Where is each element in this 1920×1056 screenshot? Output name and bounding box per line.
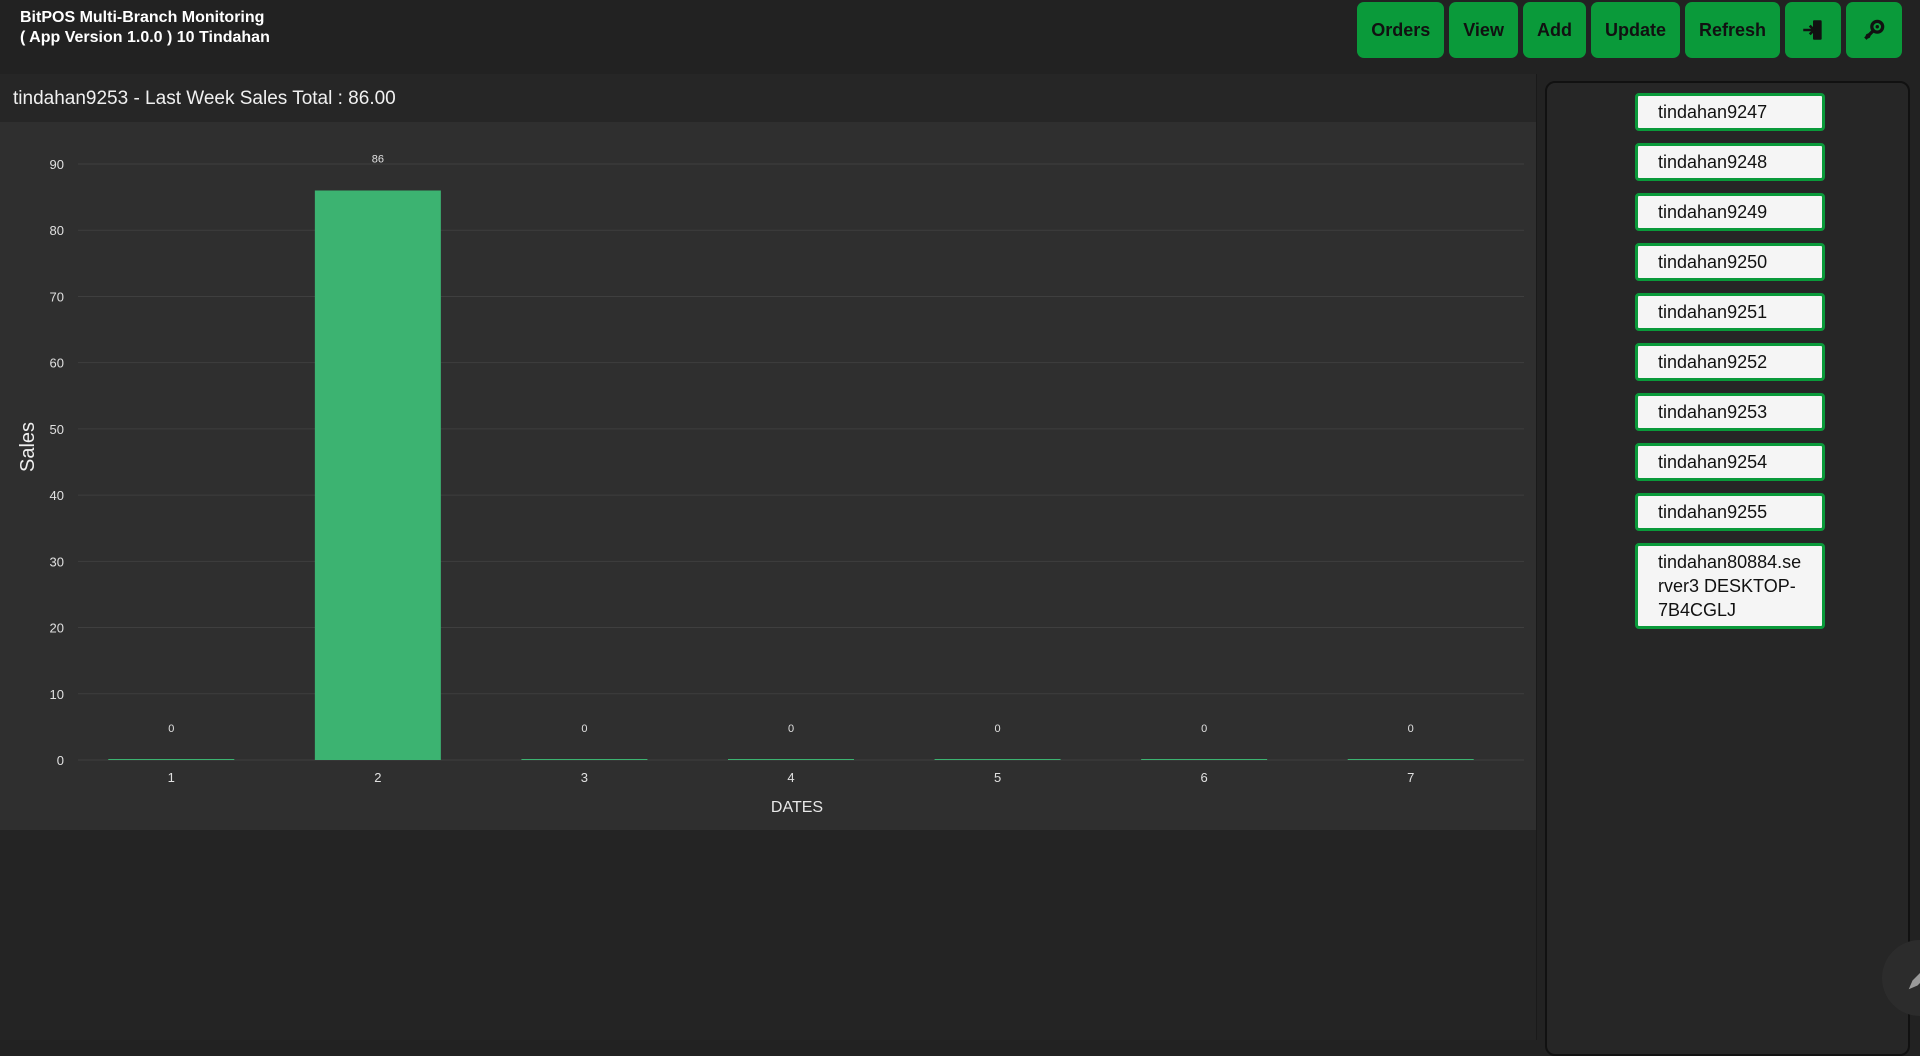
sales-chart-panel: tindahan9253 - Last Week Sales Total : 8… bbox=[0, 74, 1537, 830]
y-tick-label: 50 bbox=[50, 422, 64, 437]
branch-list: tindahan9247 tindahan9248 tindahan9249 tind… bbox=[1635, 93, 1825, 629]
branch-item[interactable]: tindahan9249 bbox=[1635, 193, 1825, 231]
orders-button[interactable]: Orders bbox=[1357, 2, 1445, 58]
bar bbox=[1347, 759, 1474, 760]
data-label: 0 bbox=[581, 723, 587, 735]
toolbar: Orders View Add Update Refresh bbox=[1357, 2, 1902, 58]
branch-item[interactable]: tindahan9250 bbox=[1635, 243, 1825, 281]
x-axis-title: DATES bbox=[771, 799, 823, 816]
bar bbox=[1141, 759, 1268, 760]
data-label: 0 bbox=[995, 723, 1001, 735]
x-tick-label: 5 bbox=[994, 770, 1001, 785]
branch-item[interactable]: tindahan9255 bbox=[1635, 493, 1825, 531]
y-tick-label: 20 bbox=[50, 621, 64, 636]
x-tick-label: 4 bbox=[787, 770, 794, 785]
branch-list-panel: tindahan9247 tindahan9248 tindahan9249 tind… bbox=[1545, 81, 1910, 1056]
y-tick-label: 30 bbox=[50, 554, 64, 569]
branch-item[interactable]: tindahan9253 bbox=[1635, 393, 1825, 431]
x-tick-label: 6 bbox=[1201, 770, 1208, 785]
bar bbox=[314, 190, 441, 760]
chart-title: tindahan9253 - Last Week Sales Total : 8… bbox=[13, 88, 396, 109]
logout-icon bbox=[1803, 20, 1822, 40]
data-label: 0 bbox=[788, 723, 794, 735]
chart-header: tindahan9253 - Last Week Sales Total : 8… bbox=[0, 74, 1536, 122]
y-tick-label: 40 bbox=[50, 488, 64, 503]
y-tick-label: 80 bbox=[50, 223, 64, 238]
branch-item[interactable]: tindahan9247 bbox=[1635, 93, 1825, 131]
app-title-line1: BitPOS Multi-Branch Monitoring bbox=[20, 9, 265, 26]
bar bbox=[934, 759, 1061, 760]
chart-body: 0 10 20 30 40 50 60 70 80 90 0 1 86 2 0 3 0 4 0 5 0 6 0 7 DATES S… bbox=[0, 122, 1536, 830]
data-label: 0 bbox=[168, 723, 174, 735]
pencil-icon bbox=[1908, 973, 1920, 990]
view-button[interactable]: View bbox=[1449, 2, 1518, 58]
branch-item[interactable]: tindahan9248 bbox=[1635, 143, 1825, 181]
x-tick-label: 7 bbox=[1407, 770, 1414, 785]
y-tick-label: 60 bbox=[50, 356, 64, 371]
settings-gear-icon bbox=[1864, 19, 1885, 40]
y-axis-title: Sales bbox=[17, 422, 39, 472]
data-label: 86 bbox=[372, 153, 384, 165]
top-bar: BitPOS Multi-Branch Monitoring ( App Ver… bbox=[0, 0, 1920, 74]
add-button[interactable]: Add bbox=[1522, 2, 1586, 58]
logout-button[interactable] bbox=[1785, 2, 1841, 58]
app-version-line: ( App Version 1.0.0 ) 10 Tindahan bbox=[20, 29, 270, 46]
bar bbox=[728, 759, 854, 760]
branch-item[interactable]: tindahan9254 bbox=[1635, 443, 1825, 481]
branch-item[interactable]: tindahan9251 bbox=[1635, 293, 1825, 331]
y-tick-label: 90 bbox=[50, 157, 64, 172]
x-tick-label: 1 bbox=[168, 770, 175, 785]
y-tick-label: 70 bbox=[50, 289, 64, 304]
app-title: BitPOS Multi-Branch Monitoring ( App Ver… bbox=[20, 8, 270, 48]
empty-area bbox=[0, 830, 1537, 1040]
data-label: 0 bbox=[1408, 723, 1414, 735]
sales-bar-chart: 0102030405060708090018620304050607DATESS… bbox=[17, 153, 1524, 816]
branch-item[interactable]: tindahan9252 bbox=[1635, 343, 1825, 381]
y-tick-label: 10 bbox=[50, 687, 64, 702]
branch-item[interactable]: tindahan80884.server3 DESKTOP-7B4CGLJ bbox=[1635, 543, 1825, 629]
bar bbox=[108, 759, 235, 760]
refresh-button[interactable]: Refresh bbox=[1684, 2, 1780, 58]
y-tick-label: 0 bbox=[57, 753, 64, 768]
data-label: 0 bbox=[1201, 723, 1207, 735]
x-tick-label: 3 bbox=[581, 770, 588, 785]
bar bbox=[521, 759, 648, 760]
update-button[interactable]: Update bbox=[1590, 2, 1680, 58]
settings-button[interactable] bbox=[1846, 2, 1902, 58]
x-tick-label: 2 bbox=[374, 770, 381, 785]
